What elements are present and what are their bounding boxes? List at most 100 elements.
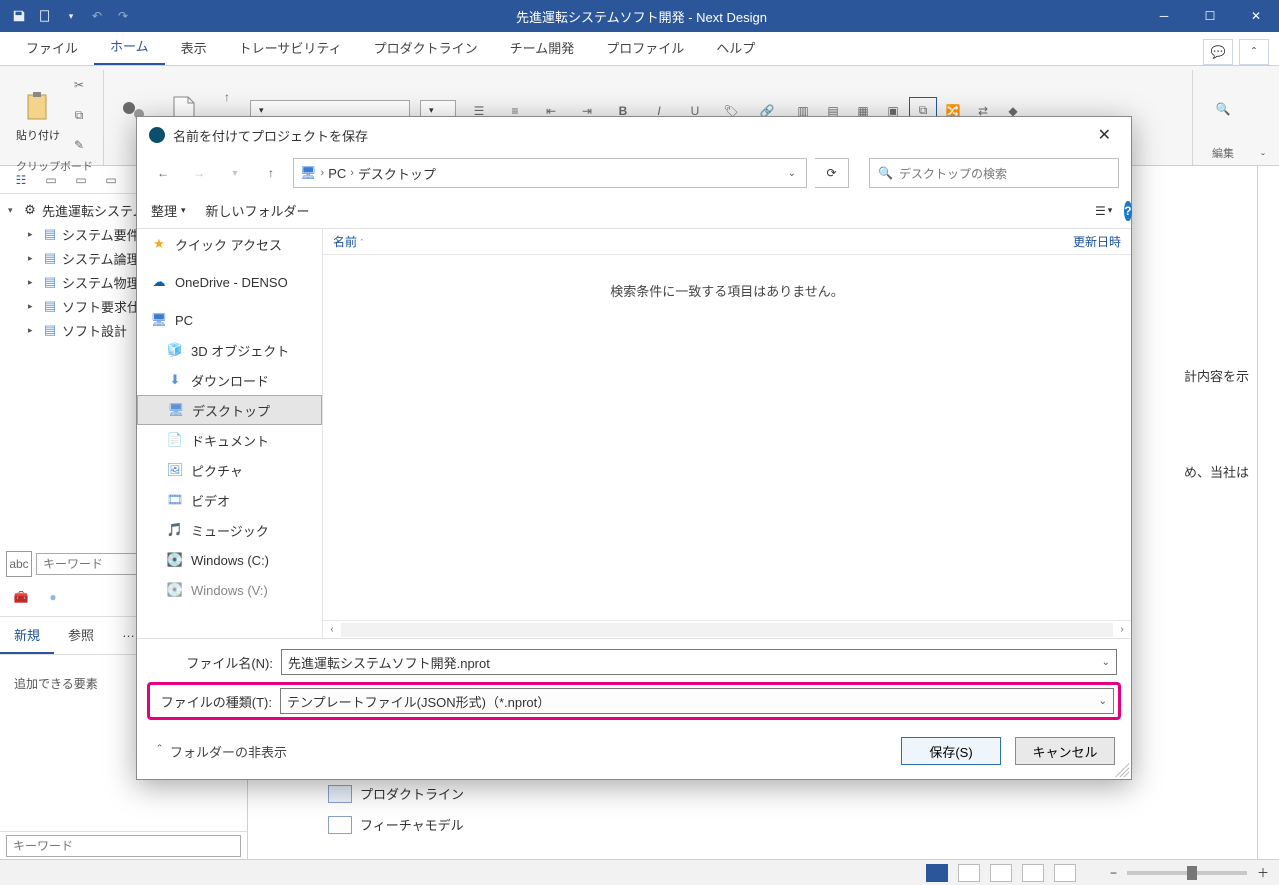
dialog-body: ★クイック アクセス ☁OneDrive - DENSO 🖥PC 🧊3D オブジ… xyxy=(137,229,1131,638)
tree-quick-access[interactable]: ★クイック アクセス xyxy=(137,229,322,259)
dialog-search[interactable]: 🔍 デスクトップの検索 xyxy=(869,158,1119,188)
col-date[interactable]: 更新日時 xyxy=(1063,233,1131,250)
ribbon-collapse-caret[interactable]: ˇ xyxy=(1253,151,1273,165)
tab-file[interactable]: ファイル xyxy=(10,30,94,65)
zoom-out-icon[interactable]: − xyxy=(1110,866,1117,880)
view-mode-2[interactable] xyxy=(958,864,980,882)
view-mode-4[interactable] xyxy=(1022,864,1044,882)
nav-tree-icon[interactable]: ☷ xyxy=(8,167,34,193)
tree-videos[interactable]: 🎞ビデオ xyxy=(137,485,322,515)
copy-icon[interactable]: ⧉ xyxy=(66,102,92,128)
save-icon[interactable] xyxy=(8,5,30,27)
nav-back-button[interactable]: ← xyxy=(149,159,177,187)
breadcrumb[interactable]: 🖥› PC› デスクトップ ⌄ xyxy=(293,158,807,188)
resize-grip[interactable] xyxy=(1115,763,1129,777)
save-as-dialog: 名前を付けてプロジェクトを保存 ✕ ← → ▾ ↑ 🖥› PC› デスクトップ … xyxy=(136,116,1132,780)
ribbon-tabs: ファイル ホーム 表示 トレーサビリティ プロダクトライン チーム開発 プロファ… xyxy=(0,32,1279,66)
dialog-toolbar: 整理▾ 新しいフォルダー ☰▾ ? xyxy=(137,193,1131,229)
view-options-button[interactable]: ☰▾ xyxy=(1095,204,1112,218)
search-placeholder: デスクトップの検索 xyxy=(899,165,1007,182)
status-bar: − ＋ xyxy=(0,859,1279,885)
dialog-close-button[interactable]: ✕ xyxy=(1090,121,1119,149)
format-painter-icon[interactable]: ✎ xyxy=(66,132,92,158)
search-type-icon[interactable]: abc xyxy=(6,551,32,577)
tree-drive-v[interactable]: 💽Windows (V:) xyxy=(137,575,322,605)
zoom-slider[interactable] xyxy=(1127,871,1247,875)
list-item[interactable]: フィーチャモデル xyxy=(328,809,464,840)
up-icon[interactable]: ↑ xyxy=(214,84,240,110)
tab-help[interactable]: ヘルプ xyxy=(700,30,771,65)
tab-home[interactable]: ホーム xyxy=(94,28,165,65)
tree-documents[interactable]: 📄ドキュメント xyxy=(137,425,322,455)
nav-bottom-search[interactable] xyxy=(6,835,241,857)
tree-3d[interactable]: 🧊3D オブジェクト xyxy=(137,335,322,365)
crumb-dropdown-icon[interactable]: ⌄ xyxy=(788,168,800,179)
hide-folders-toggle[interactable]: ＾フォルダーの非表示 xyxy=(153,742,287,761)
ribbon-group-edit: 🔍 編集 xyxy=(1193,70,1253,165)
dialog-title: 名前を付けてプロジェクトを保存 xyxy=(173,126,368,145)
nav-filter2-icon[interactable]: ● xyxy=(40,584,66,610)
h-scrollbar[interactable]: ‹› xyxy=(323,620,1131,638)
nav-up-button[interactable]: ↑ xyxy=(257,159,285,187)
new-icon[interactable] xyxy=(34,5,56,27)
qat-dropdown-icon[interactable]: ▾ xyxy=(60,5,82,27)
nav-forward-button[interactable]: → xyxy=(185,159,213,187)
nav-tab-new[interactable]: 新規 xyxy=(0,617,54,654)
view-mode-5[interactable] xyxy=(1054,864,1076,882)
clip-text-1: 計内容を示 xyxy=(1184,366,1249,385)
refresh-button[interactable]: ⟳ xyxy=(815,158,849,188)
tab-profile[interactable]: プロファイル xyxy=(590,30,700,65)
new-folder-button[interactable]: 新しいフォルダー xyxy=(206,201,310,220)
tab-team[interactable]: チーム開発 xyxy=(494,30,591,65)
tab-view[interactable]: 表示 xyxy=(165,30,223,65)
nav-tab-ref[interactable]: 参照 xyxy=(54,617,108,654)
tree-music[interactable]: 🎵ミュージック xyxy=(137,515,322,545)
nav-history-button[interactable]: ▾ xyxy=(221,159,249,187)
tree-desktop[interactable]: 🖥デスクトップ xyxy=(137,395,322,425)
chevron-up-icon: ＾ xyxy=(153,742,166,761)
dialog-logo-icon xyxy=(149,127,165,143)
crumb-desktop[interactable]: デスクトップ xyxy=(358,164,436,183)
filetype-select[interactable]: テンプレートファイル(JSON形式)（*.nprot）⌄ xyxy=(280,688,1114,714)
col-name[interactable]: 名前 ˆ xyxy=(323,233,623,250)
zoom-in-icon[interactable]: ＋ xyxy=(1257,864,1269,881)
tab-productline[interactable]: プロダクトライン xyxy=(358,30,494,65)
filename-input[interactable]: 先進運転システムソフト開発.nprot⌄ xyxy=(281,649,1117,675)
filename-label: ファイル名(N): xyxy=(151,653,281,672)
nav-icon3[interactable]: ▭ xyxy=(68,167,94,193)
tab-traceability[interactable]: トレーサビリティ xyxy=(223,30,358,65)
feedback-button[interactable]: 💬 xyxy=(1203,39,1233,65)
nav-icon4[interactable]: ▭ xyxy=(98,167,124,193)
tree-drive-c[interactable]: 💽Windows (C:) xyxy=(137,545,322,575)
tree-downloads[interactable]: ⬇ダウンロード xyxy=(137,365,322,395)
nav-icon2[interactable]: ▭ xyxy=(38,167,64,193)
paste-icon[interactable] xyxy=(18,87,58,127)
tree-pc[interactable]: 🖥PC xyxy=(137,305,322,335)
collapse-ribbon-button[interactable]: ˆ xyxy=(1239,39,1269,65)
help-button[interactable]: ? xyxy=(1124,201,1131,221)
right-sidebar[interactable] xyxy=(1257,166,1279,859)
close-button[interactable]: ✕ xyxy=(1233,0,1279,32)
view-mode-3[interactable] xyxy=(990,864,1012,882)
find-icon[interactable]: 🔍 xyxy=(1203,89,1243,129)
pc-icon: 🖥 xyxy=(300,165,317,181)
cancel-button[interactable]: キャンセル xyxy=(1015,737,1115,765)
dialog-fields: ファイル名(N): 先進運転システムソフト開発.nprot⌄ ファイルの種類(T… xyxy=(137,638,1131,723)
crumb-pc[interactable]: PC xyxy=(328,166,346,181)
tree-pictures[interactable]: 🖼ピクチャ xyxy=(137,455,322,485)
maximize-button[interactable]: ☐ xyxy=(1187,0,1233,32)
undo-icon[interactable]: ↶ xyxy=(86,5,108,27)
nav-filter-icon[interactable]: 🧰 xyxy=(8,584,34,610)
folder-tree[interactable]: ★クイック アクセス ☁OneDrive - DENSO 🖥PC 🧊3D オブジ… xyxy=(137,229,323,638)
view-mode-1[interactable] xyxy=(926,864,948,882)
save-button[interactable]: 保存(S) xyxy=(901,737,1001,765)
organize-button[interactable]: 整理▾ xyxy=(151,201,186,220)
list-item[interactable]: プロダクトライン xyxy=(328,778,464,809)
tree-onedrive[interactable]: ☁OneDrive - DENSO xyxy=(137,267,322,297)
file-list[interactable]: 名前 ˆ 更新日時 検索条件に一致する項目はありません。 ‹› xyxy=(323,229,1131,638)
grid-icon xyxy=(328,785,352,803)
minimize-button[interactable]: ─ xyxy=(1141,0,1187,32)
cut-icon[interactable]: ✂ xyxy=(66,72,92,98)
ribbon-group-clipboard: 貼り付け ✂ ⧉ ✎ クリップボード xyxy=(6,70,104,165)
redo-icon[interactable]: ↷ xyxy=(112,5,134,27)
